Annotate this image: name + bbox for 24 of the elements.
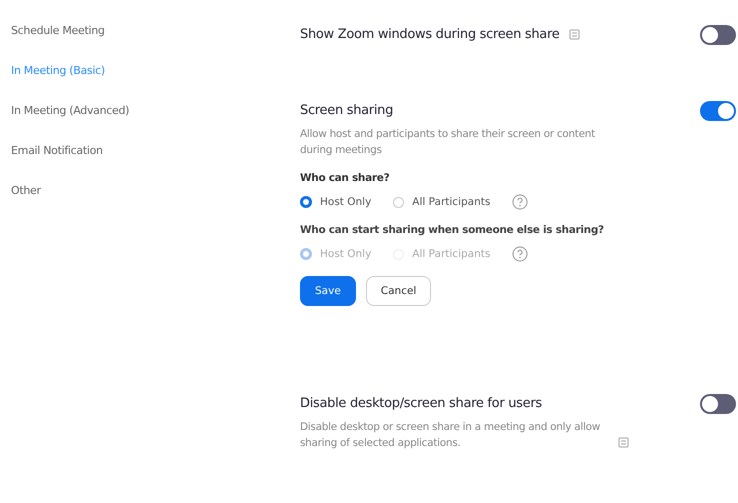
setting-title: Show Zoom windows during screen share xyxy=(300,27,560,42)
sidebar-item[interactable]: Other xyxy=(0,170,300,210)
toggle-switch[interactable] xyxy=(700,25,736,45)
radio-button[interactable] xyxy=(300,196,312,208)
radio-button[interactable] xyxy=(393,196,404,208)
radio-label[interactable]: Host Only xyxy=(320,196,372,208)
toggle-switch[interactable] xyxy=(700,101,736,121)
info-icon[interactable] xyxy=(618,437,629,448)
save-button[interactable]: Save xyxy=(300,276,356,306)
cancel-button[interactable]: Cancel xyxy=(366,276,432,306)
sidebar-item[interactable]: Schedule Meeting xyxy=(0,10,300,50)
radio-label[interactable]: All Participants xyxy=(412,196,490,208)
setting-title: Disable desktop/screen share for users xyxy=(300,396,542,411)
help-icon[interactable] xyxy=(512,194,528,210)
sidebar-item[interactable]: Email Notification xyxy=(0,130,300,170)
sidebar-item[interactable]: In Meeting (Basic) xyxy=(0,50,300,90)
setting-description: Allow host and participants to share their screen or content during meetings xyxy=(300,127,596,158)
setting-title: Screen sharing xyxy=(300,103,394,118)
info-icon[interactable] xyxy=(569,29,580,40)
question-label: Who can start sharing when someone else is sharing? xyxy=(300,224,605,236)
question-label: Who can share? xyxy=(300,172,390,184)
setting-description: Disable desktop or screen share in a meeting and only allow sharing of selected applications. xyxy=(300,420,602,451)
toggle-switch[interactable] xyxy=(700,394,736,414)
sidebar-item[interactable]: In Meeting (Advanced) xyxy=(0,90,300,130)
